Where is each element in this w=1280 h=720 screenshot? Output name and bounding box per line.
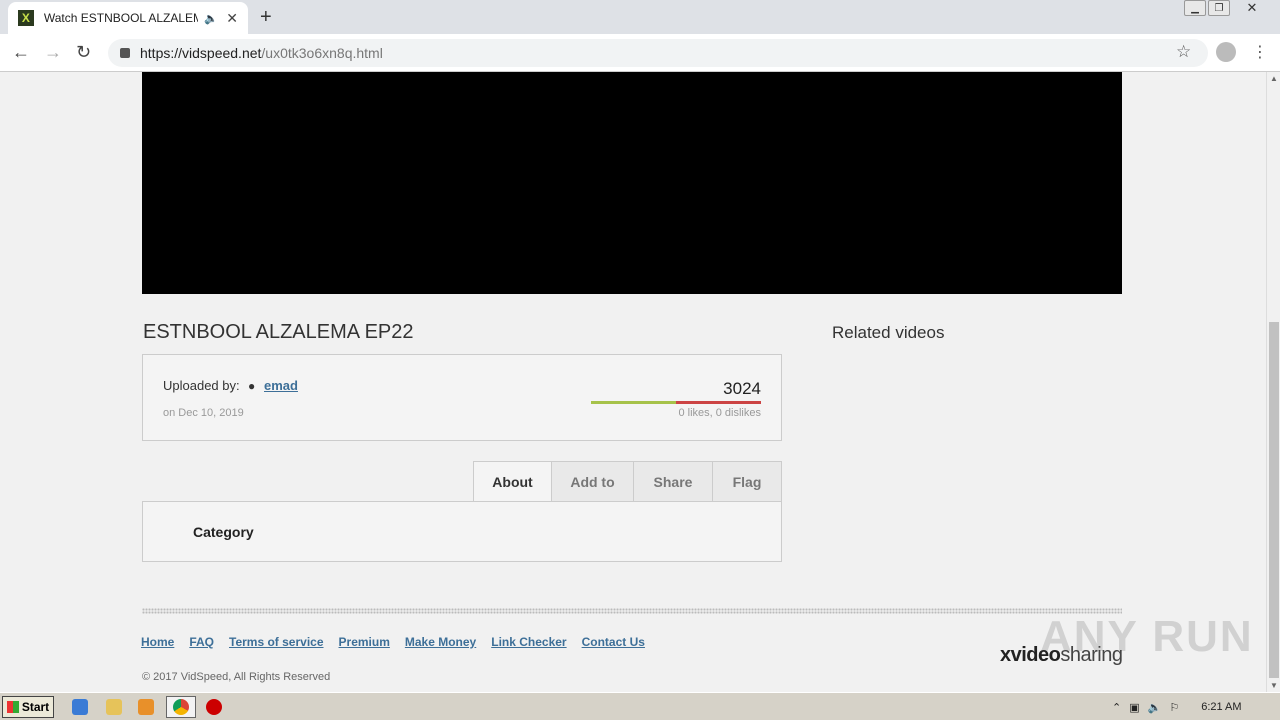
new-tab-icon[interactable]: + <box>260 6 272 29</box>
scroll-down-icon[interactable]: ▼ <box>1270 681 1278 690</box>
start-label: Start <box>21 700 50 714</box>
clock[interactable]: 6:21 AM <box>1201 701 1241 713</box>
browser-tab-strip: X Watch ESTNBOOL ALZALEMA EP22 🔈 ✕ + ▁ ❐… <box>0 0 1280 34</box>
volume-icon[interactable]: 🔈 <box>1148 701 1162 714</box>
network-icon[interactable]: ▣ <box>1129 701 1139 714</box>
taskbar-chrome-active[interactable] <box>166 696 196 718</box>
kebab-menu-icon[interactable]: ⋮ <box>1252 42 1268 62</box>
tab-title: Watch ESTNBOOL ALZALEMA EP22 <box>43 11 199 25</box>
tab-add-to[interactable]: Add to <box>552 461 634 502</box>
category-label: Category <box>193 524 254 540</box>
folder-icon[interactable] <box>106 699 122 715</box>
about-panel: Category <box>142 501 782 562</box>
tab-close-icon[interactable]: ✕ <box>226 10 238 27</box>
footer-link-link-checker[interactable]: Link Checker <box>491 635 566 649</box>
footer-links: Home FAQ Terms of service Premium Make M… <box>141 635 645 649</box>
video-tabs: About Add to Share Flag <box>473 461 782 502</box>
brand-rest: sharing <box>1060 644 1123 666</box>
rating-bar-likes <box>591 401 676 404</box>
tray-expand-icon[interactable]: ⌃ <box>1112 701 1121 714</box>
uploader-link[interactable]: emad <box>264 378 298 393</box>
address-bar[interactable]: https://vidspeed.net /ux0tk3o6xn8q.html <box>108 39 1208 67</box>
tab-flag[interactable]: Flag <box>713 461 782 502</box>
xvideosharing-logo: xvideosharing <box>1000 644 1123 667</box>
chrome-icon <box>173 699 189 715</box>
system-tray: ⌃ ▣ 🔈 ⚐ 6:21 AM <box>1106 696 1278 718</box>
rating-bar <box>591 401 761 404</box>
copyright-text: © 2017 VidSpeed, All Rights Reserved <box>142 671 331 683</box>
footer-link-terms[interactable]: Terms of service <box>229 635 324 649</box>
uploaded-by-label: Uploaded by: <box>163 378 240 393</box>
bookmark-star-icon[interactable]: ☆ <box>1176 42 1191 62</box>
url-path: /ux0tk3o6xn8q.html <box>261 45 383 61</box>
forward-icon[interactable]: → <box>44 42 62 63</box>
view-count: 3024 <box>723 379 761 398</box>
start-button[interactable]: Start <box>2 696 54 718</box>
taskbar: Start ⌃ ▣ 🔈 ⚐ 6:21 AM <box>0 692 1280 720</box>
footer-link-premium[interactable]: Premium <box>339 635 390 649</box>
tab-about[interactable]: About <box>473 461 552 502</box>
windows-logo-icon <box>6 701 19 713</box>
antivirus-icon[interactable] <box>206 699 222 715</box>
site-favicon-icon: X <box>18 10 34 26</box>
video-title: ESTNBOOL ALZALEMA EP22 <box>143 321 414 343</box>
restore-icon[interactable]: ❐ <box>1208 0 1230 16</box>
footer-link-contact[interactable]: Contact Us <box>582 635 645 649</box>
speaker-icon[interactable]: 🔈 <box>204 12 218 25</box>
internet-explorer-icon[interactable] <box>72 699 88 715</box>
footer-link-make-money[interactable]: Make Money <box>405 635 476 649</box>
url-host: https://vidspeed.net <box>140 45 262 61</box>
lock-icon <box>120 48 130 58</box>
reload-icon[interactable]: ↻ <box>76 42 91 63</box>
scroll-thumb[interactable] <box>1269 322 1279 678</box>
video-player[interactable] <box>142 72 1122 294</box>
footer-link-home[interactable]: Home <box>141 635 174 649</box>
scroll-up-icon[interactable]: ▲ <box>1270 74 1278 83</box>
media-player-icon[interactable] <box>138 699 154 715</box>
footer-link-faq[interactable]: FAQ <box>189 635 214 649</box>
back-icon[interactable]: ← <box>12 42 30 63</box>
minimize-icon[interactable]: ▁ <box>1184 0 1206 16</box>
window-close-icon[interactable]: ✕ <box>1232 0 1272 16</box>
page-viewport: ESTNBOOL ALZALEMA EP22 Uploaded by: ● em… <box>0 72 1266 692</box>
page-scrollbar[interactable]: ▲ ▼ <box>1266 72 1280 692</box>
related-videos-heading: Related videos <box>832 323 945 342</box>
footer-divider <box>142 608 1122 614</box>
window-controls: ▁ ❐ ✕ <box>1184 0 1272 16</box>
video-info-box: Uploaded by: ● emad on Dec 10, 2019 3024… <box>142 354 782 441</box>
profile-avatar-icon[interactable] <box>1216 42 1236 62</box>
user-icon: ● <box>248 379 256 393</box>
action-center-flag-icon[interactable]: ⚐ <box>1169 701 1179 714</box>
likes-dislikes-text: 0 likes, 0 dislikes <box>678 407 761 419</box>
browser-toolbar: ← → ↻ https://vidspeed.net /ux0tk3o6xn8q… <box>0 34 1280 72</box>
upload-date: on Dec 10, 2019 <box>163 407 244 419</box>
browser-tab[interactable]: X Watch ESTNBOOL ALZALEMA EP22 🔈 ✕ <box>8 2 248 34</box>
tab-share[interactable]: Share <box>634 461 713 502</box>
brand-bold: xvideo <box>1000 644 1061 666</box>
